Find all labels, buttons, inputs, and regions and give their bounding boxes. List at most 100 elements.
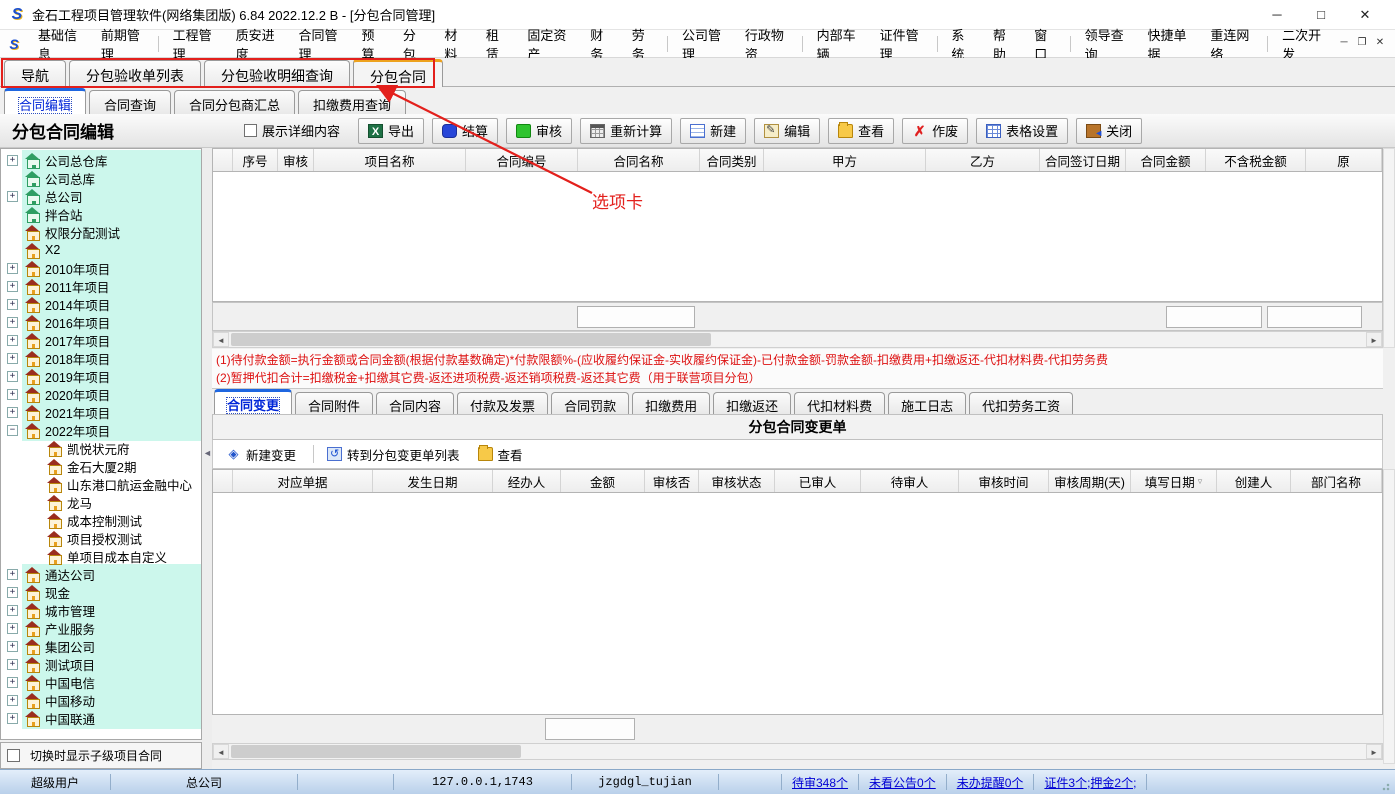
detail-tab-付款及发票[interactable]: 付款及发票 [457, 392, 548, 414]
tree-item-权限分配测试[interactable]: 权限分配测试 [1, 223, 201, 241]
tree-item-公司总库[interactable]: 公司总库 [1, 169, 201, 187]
toolbar-button-结算[interactable]: 结算 [432, 118, 498, 144]
tree-item-2018年项目[interactable]: +2018年项目 [1, 349, 201, 367]
expand-plus-icon[interactable]: + [7, 569, 18, 580]
tree-item-2014年项目[interactable]: +2014年项目 [1, 295, 201, 313]
column-header-合同编号[interactable]: 合同编号 [466, 149, 578, 171]
detail-tab-合同变更[interactable]: 合同变更 [214, 389, 292, 414]
column-header-甲方[interactable]: 甲方 [764, 149, 926, 171]
doc-tab-分包验收明细查询[interactable]: 分包验收明细查询 [204, 60, 350, 86]
column-header-合同签订日期[interactable]: 合同签订日期 [1040, 149, 1126, 171]
tree-item-测试项目[interactable]: +测试项目 [1, 655, 201, 673]
column-header-审核[interactable]: 审核 [278, 149, 314, 171]
contracts-vscrollbar[interactable] [1383, 148, 1395, 348]
tree-item-龙马[interactable]: 龙马 [1, 493, 201, 511]
expand-plus-icon[interactable]: + [7, 677, 18, 688]
expand-plus-icon[interactable]: + [7, 191, 18, 202]
changes-vscrollbar[interactable] [1383, 469, 1395, 764]
column-header-发生日期[interactable]: 发生日期 [373, 470, 493, 492]
tree-item-现金[interactable]: +现金 [1, 583, 201, 601]
expand-plus-icon[interactable]: + [7, 407, 18, 418]
tree-item-成本控制测试[interactable]: 成本控制测试 [1, 511, 201, 529]
column-header-审核时间[interactable]: 审核时间 [959, 470, 1049, 492]
expand-plus-icon[interactable]: + [7, 299, 18, 310]
toolbar-button-新建[interactable]: 新建 [680, 118, 746, 144]
tree-item-2021年项目[interactable]: +2021年项目 [1, 403, 201, 421]
panel-splitter[interactable]: ◄ [202, 148, 212, 769]
expand-plus-icon[interactable]: + [7, 695, 18, 706]
tree-item-2017年项目[interactable]: +2017年项目 [1, 331, 201, 349]
status-link-待审348个[interactable]: 待审348个 [782, 774, 858, 791]
expand-plus-icon[interactable]: + [7, 587, 18, 598]
toolbar-button-审核[interactable]: 审核 [506, 118, 572, 144]
tree-item-2019年项目[interactable]: +2019年项目 [1, 367, 201, 385]
expand-plus-icon[interactable]: + [7, 641, 18, 652]
tree-item-集团公司[interactable]: +集团公司 [1, 637, 201, 655]
detail-tab-代扣材料费[interactable]: 代扣材料费 [794, 392, 885, 414]
show-detail-checkbox[interactable]: 展示详细内容 [244, 121, 340, 140]
close-button[interactable]: ✕ [1343, 1, 1387, 29]
mdi-restore-button[interactable]: ❐ [1353, 35, 1371, 53]
collapse-splitter-icon[interactable]: ◄ [203, 448, 212, 458]
tree-item-通达公司[interactable]: +通达公司 [1, 565, 201, 583]
tree-item-总公司[interactable]: +总公司 [1, 187, 201, 205]
column-header-合同金额[interactable]: 合同金额 [1126, 149, 1206, 171]
checkbox-icon[interactable] [7, 749, 20, 762]
change-button-转到分包变更单列表[interactable]: 转到分包变更单列表 [320, 441, 467, 468]
tree-item-凯悦状元府[interactable]: 凯悦状元府 [1, 439, 201, 457]
tree-item-拌合站[interactable]: 拌合站 [1, 205, 201, 223]
tree-item-2016年项目[interactable]: +2016年项目 [1, 313, 201, 331]
expand-plus-icon[interactable]: + [7, 353, 18, 364]
column-header-部门名称[interactable]: 部门名称 [1291, 470, 1382, 492]
status-link-证件3个;押金2个;[interactable]: 证件3个;押金2个; [1034, 774, 1146, 791]
tree-item-2020年项目[interactable]: +2020年项目 [1, 385, 201, 403]
column-header-已审人[interactable]: 已审人 [775, 470, 861, 492]
tree-item-城市管理[interactable]: +城市管理 [1, 601, 201, 619]
collapse-minus-icon[interactable]: − [7, 425, 18, 436]
scroll-thumb[interactable] [231, 333, 711, 346]
detail-tab-合同罚款[interactable]: 合同罚款 [551, 392, 629, 414]
scroll-thumb[interactable] [231, 745, 521, 758]
column-header-审核否[interactable]: 审核否 [645, 470, 699, 492]
toolbar-button-关闭[interactable]: 关闭 [1076, 118, 1142, 144]
tree-item-2022年项目[interactable]: −2022年项目 [1, 421, 201, 439]
column-header-创建人[interactable]: 创建人 [1217, 470, 1291, 492]
column-header-待审人[interactable]: 待审人 [861, 470, 959, 492]
sub-tab-扣缴费用查询[interactable]: 扣缴费用查询 [298, 90, 406, 114]
expand-plus-icon[interactable]: + [7, 371, 18, 382]
tree-item-中国联通[interactable]: +中国联通 [1, 709, 201, 727]
tree-item-X2[interactable]: X2 [1, 241, 201, 259]
expand-plus-icon[interactable]: + [7, 605, 18, 616]
expand-plus-icon[interactable]: + [7, 623, 18, 634]
column-header-填写日期[interactable]: 填写日期▿ [1131, 470, 1217, 492]
toolbar-button-作废[interactable]: ✗作废 [902, 118, 968, 144]
tree-item-2011年项目[interactable]: +2011年项目 [1, 277, 201, 295]
detail-tab-合同内容[interactable]: 合同内容 [376, 392, 454, 414]
column-header-合同类别[interactable]: 合同类别 [700, 149, 764, 171]
doc-tab-分包验收单列表[interactable]: 分包验收单列表 [69, 60, 201, 86]
tree-item-中国移动[interactable]: +中国移动 [1, 691, 201, 709]
toolbar-button-表格设置[interactable]: 表格设置 [976, 118, 1068, 144]
change-button-查看[interactable]: 查看 [471, 441, 530, 468]
column-header-合同名称[interactable]: 合同名称 [578, 149, 700, 171]
tree-item-项目授权测试[interactable]: 项目授权测试 [1, 529, 201, 547]
column-header-序号[interactable]: 序号 [233, 149, 278, 171]
column-header-不含税金额[interactable]: 不含税金额 [1206, 149, 1306, 171]
expand-plus-icon[interactable]: + [7, 335, 18, 346]
status-link-未办提醒0个[interactable]: 未办提醒0个 [947, 774, 1034, 791]
doc-tab-分包合同[interactable]: 分包合同 [353, 59, 443, 87]
scroll-left-icon[interactable]: ◄ [213, 332, 229, 347]
tree-item-2010年项目[interactable]: +2010年项目 [1, 259, 201, 277]
column-header-乙方[interactable]: 乙方 [926, 149, 1040, 171]
column-header-审核状态[interactable]: 审核状态 [699, 470, 775, 492]
column-header-金额[interactable]: 金额 [561, 470, 645, 492]
expand-plus-icon[interactable]: + [7, 389, 18, 400]
expand-plus-icon[interactable]: + [7, 713, 18, 724]
column-header-审核周期(天)[interactable]: 审核周期(天) [1049, 470, 1131, 492]
expand-plus-icon[interactable]: + [7, 281, 18, 292]
scroll-right-icon[interactable]: ► [1366, 744, 1382, 759]
detail-tab-施工日志[interactable]: 施工日志 [888, 392, 966, 414]
scroll-right-icon[interactable]: ► [1366, 332, 1382, 347]
changes-table-body[interactable] [212, 493, 1383, 715]
changes-hscrollbar[interactable]: ◄ ► [212, 743, 1383, 760]
